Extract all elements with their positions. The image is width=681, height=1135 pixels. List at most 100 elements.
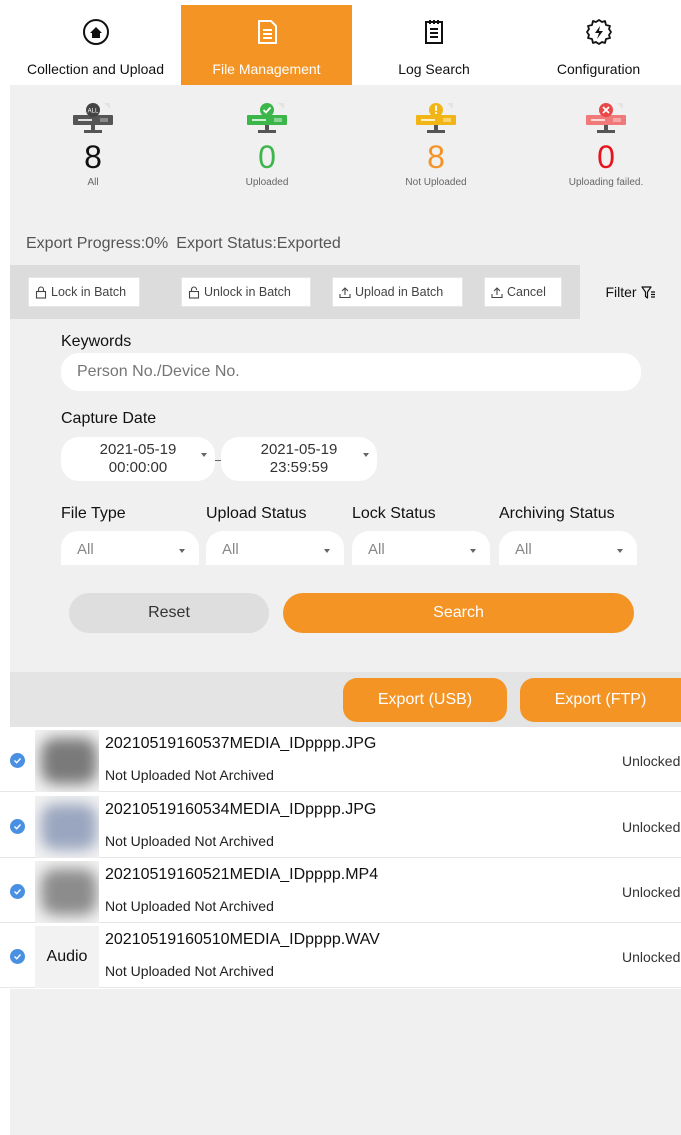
stat-label: Not Uploaded bbox=[405, 177, 467, 188]
start-date-picker[interactable]: 2021-05-19 00:00:00 bbox=[61, 437, 215, 481]
chevron-down-icon bbox=[617, 549, 623, 553]
keywords-input[interactable] bbox=[61, 353, 641, 391]
video-thumbnail bbox=[35, 861, 99, 923]
lock-status-label: Lock Status bbox=[352, 505, 436, 522]
export-progress: Export Progress:0% bbox=[26, 235, 169, 252]
export-bar: Export (USB) Export (FTP) bbox=[10, 672, 681, 727]
stat-label: All bbox=[87, 177, 99, 188]
capture-date-label: Capture Date bbox=[61, 410, 157, 427]
stat-count: 0 bbox=[597, 139, 615, 175]
stat-label: Uploaded bbox=[245, 177, 289, 188]
file-status: Not Uploaded Not Archived bbox=[105, 963, 274, 979]
upload-status-select[interactable]: All bbox=[206, 531, 344, 565]
monitor-all-icon: ALL bbox=[73, 103, 113, 133]
button-label: Cancel bbox=[507, 285, 546, 299]
reset-button[interactable]: Reset bbox=[69, 593, 269, 633]
tab-label: Log Search bbox=[398, 61, 470, 77]
checkbox-checked-icon[interactable] bbox=[10, 819, 25, 834]
end-time: 23:59:59 bbox=[269, 459, 329, 476]
list-empty-area bbox=[10, 989, 681, 1135]
file-name: 20210519160534MEDIA_IDpppp.JPG bbox=[105, 801, 377, 818]
file-type-select[interactable]: All bbox=[61, 531, 199, 565]
button-label: Unlock in Batch bbox=[204, 285, 291, 299]
end-date-picker[interactable]: 2021-05-19 23:59:59 bbox=[221, 437, 377, 481]
button-label: Upload in Batch bbox=[355, 285, 444, 299]
select-value: All bbox=[77, 541, 94, 558]
lock-status: Unlocked bbox=[622, 884, 681, 900]
file-row[interactable]: 20210519160537MEDIA_IDpppp.JPG Not Uploa… bbox=[0, 727, 681, 792]
tab-label: Configuration bbox=[556, 61, 641, 77]
upload-status-label: Upload Status bbox=[206, 505, 307, 522]
filter-form: Keywords Capture Date 2021-05-19 00:00:0… bbox=[10, 320, 681, 672]
cancel-upload-button[interactable]: Cancel bbox=[484, 277, 562, 307]
upload-icon bbox=[491, 286, 503, 298]
select-value: All bbox=[222, 541, 239, 558]
export-ftp-button[interactable]: Export (FTP) bbox=[520, 678, 681, 722]
lock-in-batch-button[interactable]: Lock in Batch bbox=[28, 277, 140, 307]
tab-file-management[interactable]: File Management bbox=[181, 5, 352, 85]
select-value: All bbox=[515, 541, 532, 558]
document-icon bbox=[252, 17, 282, 47]
lock-icon bbox=[35, 285, 47, 299]
search-button[interactable]: Search bbox=[283, 593, 634, 633]
file-thumbnail bbox=[35, 796, 99, 858]
lock-status: Unlocked bbox=[622, 753, 681, 769]
stat-all[interactable]: ALL 8 All bbox=[33, 85, 153, 188]
file-row[interactable]: 20210519160521MEDIA_IDpppp.MP4 Not Uploa… bbox=[0, 858, 681, 923]
tab-collection-and-upload[interactable]: Collection and Upload bbox=[10, 5, 181, 85]
file-thumbnail bbox=[35, 730, 99, 792]
export-usb-button[interactable]: Export (USB) bbox=[343, 678, 507, 722]
checkbox-checked-icon[interactable] bbox=[10, 753, 25, 768]
audio-label: Audio bbox=[46, 948, 88, 965]
end-date: 2021-05-19 bbox=[260, 441, 338, 458]
start-time: 00:00:00 bbox=[108, 459, 168, 476]
audio-thumbnail: Audio bbox=[35, 926, 99, 988]
stat-count: 0 bbox=[258, 139, 276, 175]
home-icon bbox=[81, 17, 111, 47]
lock-status: Unlocked bbox=[622, 819, 681, 835]
filter-label: Filter bbox=[605, 284, 637, 300]
stat-uploading-failed[interactable]: 0 Uploading failed. bbox=[546, 85, 666, 188]
keywords-label: Keywords bbox=[61, 333, 132, 350]
file-name: 20210519160537MEDIA_IDpppp.JPG bbox=[105, 735, 377, 752]
tab-log-search[interactable]: Log Search bbox=[352, 5, 516, 85]
archiving-status-select[interactable]: All bbox=[499, 531, 637, 565]
file-name: 20210519160510MEDIA_IDpppp.WAV bbox=[105, 931, 380, 948]
monitor-error-icon bbox=[586, 103, 626, 133]
filter-toggle[interactable]: Filter bbox=[580, 265, 681, 319]
tab-label: File Management bbox=[212, 61, 321, 77]
start-date: 2021-05-19 bbox=[99, 441, 177, 458]
file-type-label: File Type bbox=[61, 505, 126, 522]
tab-configuration[interactable]: Configuration bbox=[516, 5, 681, 85]
chevron-down-icon bbox=[201, 453, 207, 457]
tab-label: Collection and Upload bbox=[27, 61, 164, 77]
log-list-icon bbox=[419, 17, 449, 47]
monitor-warning-icon bbox=[416, 103, 456, 133]
gear-icon bbox=[584, 17, 614, 47]
filter-icon bbox=[640, 285, 655, 299]
file-status: Not Uploaded Not Archived bbox=[105, 767, 274, 783]
lock-status-select[interactable]: All bbox=[352, 531, 490, 565]
top-nav: Collection and Upload File Management Lo… bbox=[10, 5, 681, 85]
stat-label: Uploading failed. bbox=[568, 177, 644, 188]
chevron-down-icon bbox=[179, 549, 185, 553]
upload-in-batch-button[interactable]: Upload in Batch bbox=[332, 277, 463, 307]
file-status: Not Uploaded Not Archived bbox=[105, 898, 274, 914]
file-row[interactable]: Audio 20210519160510MEDIA_IDpppp.WAV Not… bbox=[0, 923, 681, 988]
export-status-line: Export Progress:0% Export Status:Exported bbox=[26, 235, 341, 253]
monitor-check-icon bbox=[247, 103, 287, 133]
checkbox-checked-icon[interactable] bbox=[10, 949, 25, 964]
file-row[interactable]: 20210519160534MEDIA_IDpppp.JPG Not Uploa… bbox=[0, 793, 681, 858]
stat-count: 8 bbox=[427, 139, 445, 175]
upload-icon bbox=[339, 286, 351, 298]
stat-uploaded[interactable]: 0 Uploaded bbox=[207, 85, 327, 188]
stats-panel: ALL 8 All 0 Uploaded 8 Not Uploaded 0 Up… bbox=[10, 85, 681, 320]
unlock-in-batch-button[interactable]: Unlock in Batch bbox=[181, 277, 311, 307]
stat-count: 8 bbox=[84, 139, 102, 175]
batch-action-bar: Lock in Batch Unlock in Batch Upload in … bbox=[10, 265, 681, 319]
chevron-down-icon bbox=[470, 549, 476, 553]
file-name: 20210519160521MEDIA_IDpppp.MP4 bbox=[105, 866, 379, 883]
checkbox-checked-icon[interactable] bbox=[10, 884, 25, 899]
stat-not-uploaded[interactable]: 8 Not Uploaded bbox=[376, 85, 496, 188]
button-label: Lock in Batch bbox=[51, 285, 127, 299]
